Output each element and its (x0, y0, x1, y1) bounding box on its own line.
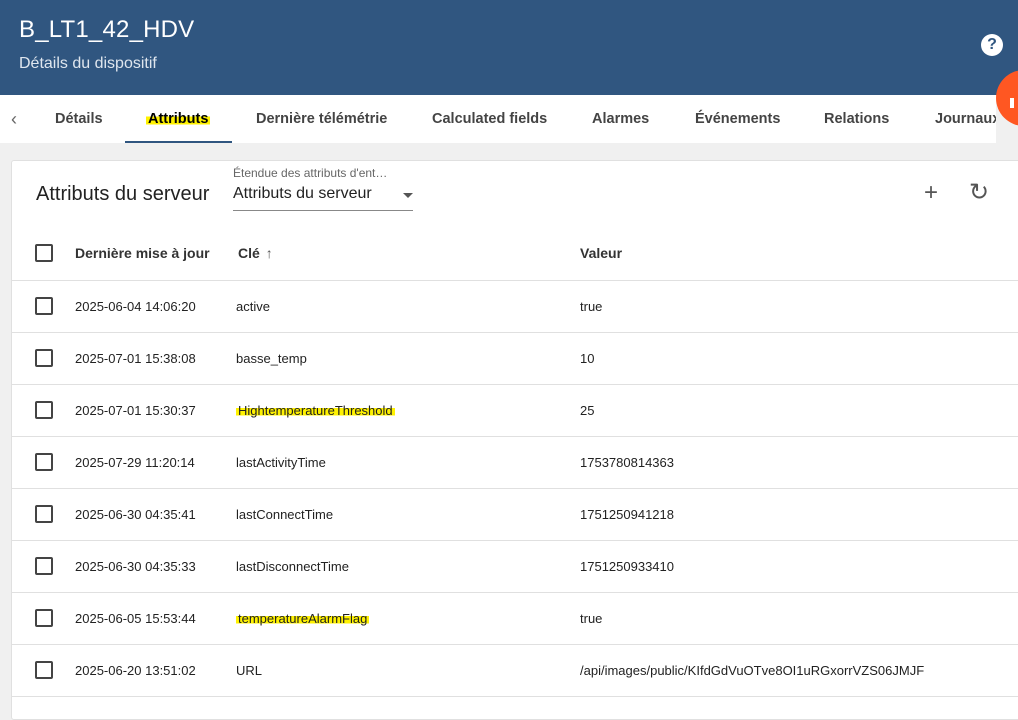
tab-alarms[interactable]: Alarmes (592, 95, 649, 143)
table-row[interactable]: 2025-06-20 13:51:02 URL/api/images/public… (12, 645, 1018, 697)
cell-value: 1751250941218 (580, 507, 674, 522)
select-all-checkbox[interactable] (35, 244, 53, 262)
table-row[interactable]: 2025-06-30 04:35:41 lastConnectTime 175125… (12, 489, 1018, 541)
table-row[interactable]: 2025-07-01 15:38:08 basse_temp 10 (12, 333, 1018, 385)
row-checkbox[interactable] (35, 453, 53, 471)
cell-value: 1753780814363 (580, 455, 674, 470)
cell-last-update: 2025-06-20 13:51:02 (75, 663, 196, 678)
scope-select[interactable]: Attributs du serveur (233, 183, 413, 211)
cell-key: basse_temp (236, 333, 307, 385)
tab-bar: ‹ Détails Attributs Dernière télémétrie … (0, 95, 996, 143)
column-value[interactable]: Valeur (580, 225, 622, 281)
plus-icon[interactable]: + (917, 179, 945, 207)
active-tab-indicator (125, 141, 232, 143)
cell-key: temperatureAlarmFlag (236, 593, 370, 645)
tab-audit-logs[interactable]: Journaux d'audit (935, 95, 996, 143)
cell-key-text: lastActivityTime (236, 455, 326, 470)
cell-last-update: 2025-06-05 15:53:44 (75, 611, 196, 626)
cell-key: URL (236, 645, 262, 697)
cell-key-text: lastDisconnectTime (236, 559, 349, 574)
tab-calculated-fields[interactable]: Calculated fields (432, 95, 547, 143)
row-checkbox[interactable] (35, 349, 53, 367)
tab-details[interactable]: Détails (55, 95, 103, 143)
arrow-up-icon: ↑ (265, 245, 273, 261)
row-checkbox[interactable] (35, 401, 53, 419)
refresh-icon[interactable]: ↻ (965, 179, 993, 207)
tab-events[interactable]: Événements (695, 95, 780, 143)
cell-key: lastActivityTime (236, 437, 326, 489)
fab-icon (1010, 98, 1014, 108)
attributes-title: Attributs du serveur (36, 183, 210, 205)
table-row[interactable]: 2025-06-30 04:35:33 lastDisconnectTime 175… (12, 541, 1018, 593)
page-subtitle: Détails du dispositif (19, 55, 157, 72)
tab-relations[interactable]: Relations (824, 95, 889, 143)
cell-value: true (580, 611, 603, 626)
column-key-label: Clé (238, 245, 260, 261)
cell-key-text: temperatureAlarmFlag (236, 611, 370, 626)
tab-attributes-label: Attributs (146, 111, 211, 127)
table-header: Dernière mise à jour Clé ↑ Valeur (12, 225, 1018, 281)
column-last-update[interactable]: Dernière mise à jour (75, 225, 210, 281)
cell-last-update: 2025-06-04 14:06:20 (75, 299, 196, 314)
cell-value: 1751250933410 (580, 559, 674, 574)
table-row[interactable]: 2025-06-05 15:53:44 temperatureAlarmFlag t… (12, 593, 1018, 645)
tab-latest-telemetry[interactable]: Dernière télémétrie (256, 95, 387, 143)
cell-key-text: URL (236, 663, 263, 678)
column-key[interactable]: Clé ↑ (238, 225, 273, 281)
cell-key: active (236, 281, 270, 333)
page-header: B_LT1_42_HDV Détails du dispositif ? (0, 0, 1018, 95)
help-icon[interactable]: ? (981, 34, 1003, 56)
cell-value: /api/images/public/KIfdGdVuOTve8OI1uRGxo… (580, 663, 925, 678)
page-title: B_LT1_42_HDV (19, 16, 195, 43)
chevron-left-icon[interactable]: ‹ (4, 107, 24, 131)
row-checkbox[interactable] (35, 661, 53, 679)
attributes-card: Attributs du serveur Étendue des attribu… (11, 160, 1018, 720)
cell-key: lastDisconnectTime (236, 541, 349, 593)
chevron-down-icon (403, 193, 413, 198)
row-checkbox[interactable] (35, 609, 53, 627)
cell-last-update: 2025-06-30 04:35:41 (75, 507, 196, 522)
cell-key-text: lastConnectTime (236, 507, 334, 522)
table-row[interactable]: 2025-07-29 11:20:14 lastActivityTime 17537… (12, 437, 1018, 489)
cell-value: 25 (580, 403, 595, 418)
row-checkbox[interactable] (35, 505, 53, 523)
table-row[interactable]: 2025-06-04 14:06:20 active true (12, 281, 1018, 333)
cell-key-text: basse_temp (236, 351, 307, 366)
tab-attributes[interactable]: Attributs (146, 95, 211, 143)
cell-key: HightemperatureThreshold (236, 385, 395, 437)
cell-last-update: 2025-07-01 15:30:37 (75, 403, 196, 418)
cell-last-update: 2025-07-01 15:38:08 (75, 351, 196, 366)
table-row[interactable]: 2025-07-01 15:30:37 HightemperatureThresh… (12, 385, 1018, 437)
cell-last-update: 2025-07-29 11:20:14 (75, 455, 195, 470)
row-checkbox[interactable] (35, 297, 53, 315)
cell-last-update: 2025-06-30 04:35:33 (75, 559, 196, 574)
row-checkbox[interactable] (35, 557, 53, 575)
cell-value: 10 (580, 351, 595, 366)
cell-key-text: active (236, 299, 270, 314)
scope-label: Étendue des attributs d'ent… (233, 166, 388, 180)
cell-key: lastConnectTime (236, 489, 333, 541)
scope-value: Attributs du serveur (233, 185, 372, 202)
cell-key-text: HightemperatureThreshold (236, 403, 395, 418)
cell-value: true (580, 299, 603, 314)
